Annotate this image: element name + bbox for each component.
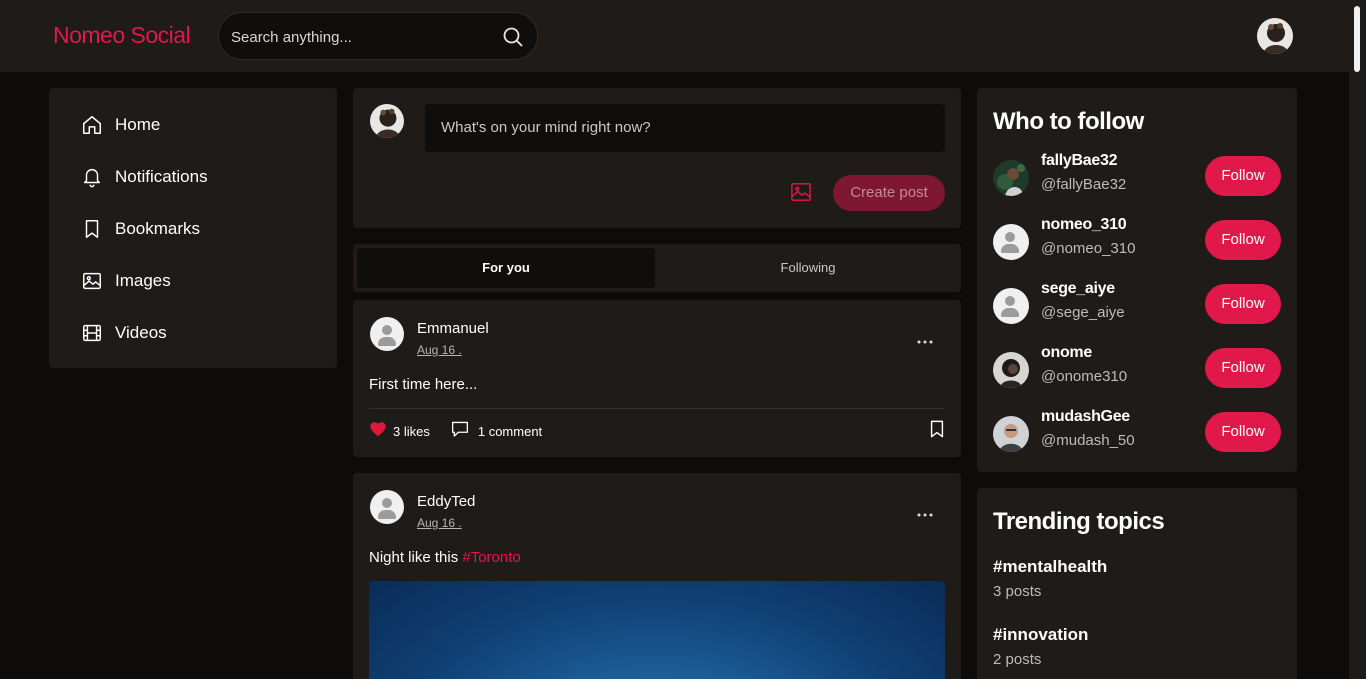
- follow-suggestion: nomeo_310 @nomeo_310 Follow: [993, 216, 1281, 268]
- trending-topic-count: 3 posts: [993, 583, 1042, 600]
- comment-icon[interactable]: [450, 420, 470, 443]
- search-bar: [218, 12, 538, 60]
- trending-topic[interactable]: #innovation: [993, 625, 1088, 645]
- sidebar-item-label: Notifications: [115, 167, 208, 186]
- trending-title: Trending topics: [993, 508, 1165, 535]
- hashtag-link[interactable]: #Toronto: [462, 549, 520, 566]
- trending-topic-count: 2 posts: [993, 651, 1042, 668]
- create-post-button[interactable]: Create post: [833, 175, 945, 211]
- follow-user-handle: @fallyBae32: [1041, 176, 1127, 193]
- composer-input[interactable]: What's on your mind right now?: [425, 104, 945, 152]
- sidebar-item-videos[interactable]: Videos: [81, 319, 311, 347]
- sidebar-item-label: Images: [115, 271, 171, 290]
- search-icon[interactable]: [501, 25, 525, 49]
- film-icon: [83, 324, 101, 342]
- post-date[interactable]: Aug 16 .: [417, 343, 462, 357]
- scrollbar-thumb[interactable]: [1354, 6, 1360, 72]
- more-options-icon[interactable]: [916, 332, 934, 344]
- sidebar-nav: Home Notifications Bookmarks Images Vide…: [49, 88, 337, 368]
- comments-count[interactable]: 1 comment: [478, 424, 542, 439]
- feed-tabs: For you Following: [353, 244, 961, 292]
- who-to-follow-title: Who to follow: [993, 108, 1144, 135]
- bell-icon: [83, 169, 101, 188]
- post-divider: [369, 408, 945, 409]
- bookmark-icon: [85, 220, 99, 238]
- follow-button[interactable]: Follow: [1205, 348, 1281, 388]
- follow-user-name[interactable]: fallyBae32: [1041, 152, 1117, 170]
- follow-suggestion: sege_aiye @sege_aiye Follow: [993, 280, 1281, 332]
- likes-count[interactable]: 3 likes: [393, 424, 430, 439]
- follow-user-name[interactable]: onome: [1041, 344, 1092, 362]
- composer-avatar: [370, 104, 404, 138]
- brand-logo[interactable]: Nomeo Social: [53, 22, 191, 49]
- follow-user-handle: @sege_aiye: [1041, 304, 1125, 321]
- follow-user-handle: @onome310: [1041, 368, 1128, 385]
- more-options-icon[interactable]: [916, 505, 934, 517]
- follow-user-name[interactable]: nomeo_310: [1041, 216, 1127, 234]
- avatar[interactable]: [993, 160, 1029, 196]
- avatar[interactable]: [993, 288, 1029, 324]
- user-avatar[interactable]: [1257, 18, 1293, 54]
- post-composer: What's on your mind right now? Create po…: [353, 88, 961, 228]
- follow-user-handle: @mudash_50: [1041, 432, 1135, 449]
- post-card: EddyTed Aug 16 . Night like this #Toront…: [353, 473, 961, 679]
- follow-button[interactable]: Follow: [1205, 156, 1281, 196]
- post-author-name[interactable]: EddyTed: [417, 493, 475, 510]
- follow-button[interactable]: Follow: [1205, 284, 1281, 324]
- post-text: First time here...: [369, 376, 478, 393]
- post-text-body: Night like this: [369, 549, 463, 566]
- trending-topic[interactable]: #mentalhealth: [993, 557, 1107, 577]
- follow-user-name[interactable]: mudashGee: [1041, 408, 1130, 426]
- follow-user-name[interactable]: sege_aiye: [1041, 280, 1115, 298]
- sidebar-item-home[interactable]: Home: [81, 111, 311, 139]
- post-actions: 3 likes 1 comment: [369, 420, 945, 442]
- follow-button[interactable]: Follow: [1205, 412, 1281, 452]
- avatar[interactable]: [993, 224, 1029, 260]
- sidebar-item-label: Bookmarks: [115, 219, 201, 238]
- top-header: Nomeo Social: [0, 0, 1349, 72]
- heart-icon[interactable]: [369, 421, 387, 442]
- sidebar-item-label: Home: [115, 115, 161, 134]
- bookmark-icon[interactable]: [929, 420, 945, 443]
- post-image[interactable]: [369, 581, 945, 679]
- follow-user-handle: @nomeo_310: [1041, 240, 1136, 257]
- avatar[interactable]: [993, 416, 1029, 452]
- tab-following[interactable]: Following: [659, 248, 957, 288]
- home-icon: [83, 116, 101, 134]
- tab-for-you[interactable]: For you: [357, 248, 655, 288]
- follow-suggestion: fallyBae32 @fallyBae32 Follow: [993, 152, 1281, 204]
- sidebar-item-bookmarks[interactable]: Bookmarks: [81, 215, 311, 243]
- post-author-avatar[interactable]: [370, 490, 404, 524]
- image-icon: [83, 272, 101, 290]
- avatar[interactable]: [993, 352, 1029, 388]
- post-author-name[interactable]: Emmanuel: [417, 320, 489, 337]
- trending-panel: Trending topics #mentalhealth 3 posts #i…: [977, 488, 1297, 679]
- post-date[interactable]: Aug 16 .: [417, 516, 462, 530]
- who-to-follow-panel: Who to follow fallyBae32 @fallyBae32 Fol…: [977, 88, 1297, 472]
- follow-suggestion: mudashGee @mudash_50 Follow: [993, 408, 1281, 460]
- page-scrollbar[interactable]: [1349, 0, 1366, 679]
- follow-suggestion: onome @onome310 Follow: [993, 344, 1281, 396]
- sidebar-item-notifications[interactable]: Notifications: [81, 163, 311, 191]
- post-text: Night like this #Toronto: [369, 549, 521, 566]
- search-input[interactable]: [231, 25, 491, 49]
- sidebar-item-images[interactable]: Images: [81, 267, 311, 295]
- follow-button[interactable]: Follow: [1205, 220, 1281, 260]
- post-author-avatar[interactable]: [370, 317, 404, 351]
- add-image-icon[interactable]: [790, 182, 812, 202]
- sidebar-item-label: Videos: [115, 323, 167, 342]
- post-card: Emmanuel Aug 16 . First time here... 3 l…: [353, 300, 961, 457]
